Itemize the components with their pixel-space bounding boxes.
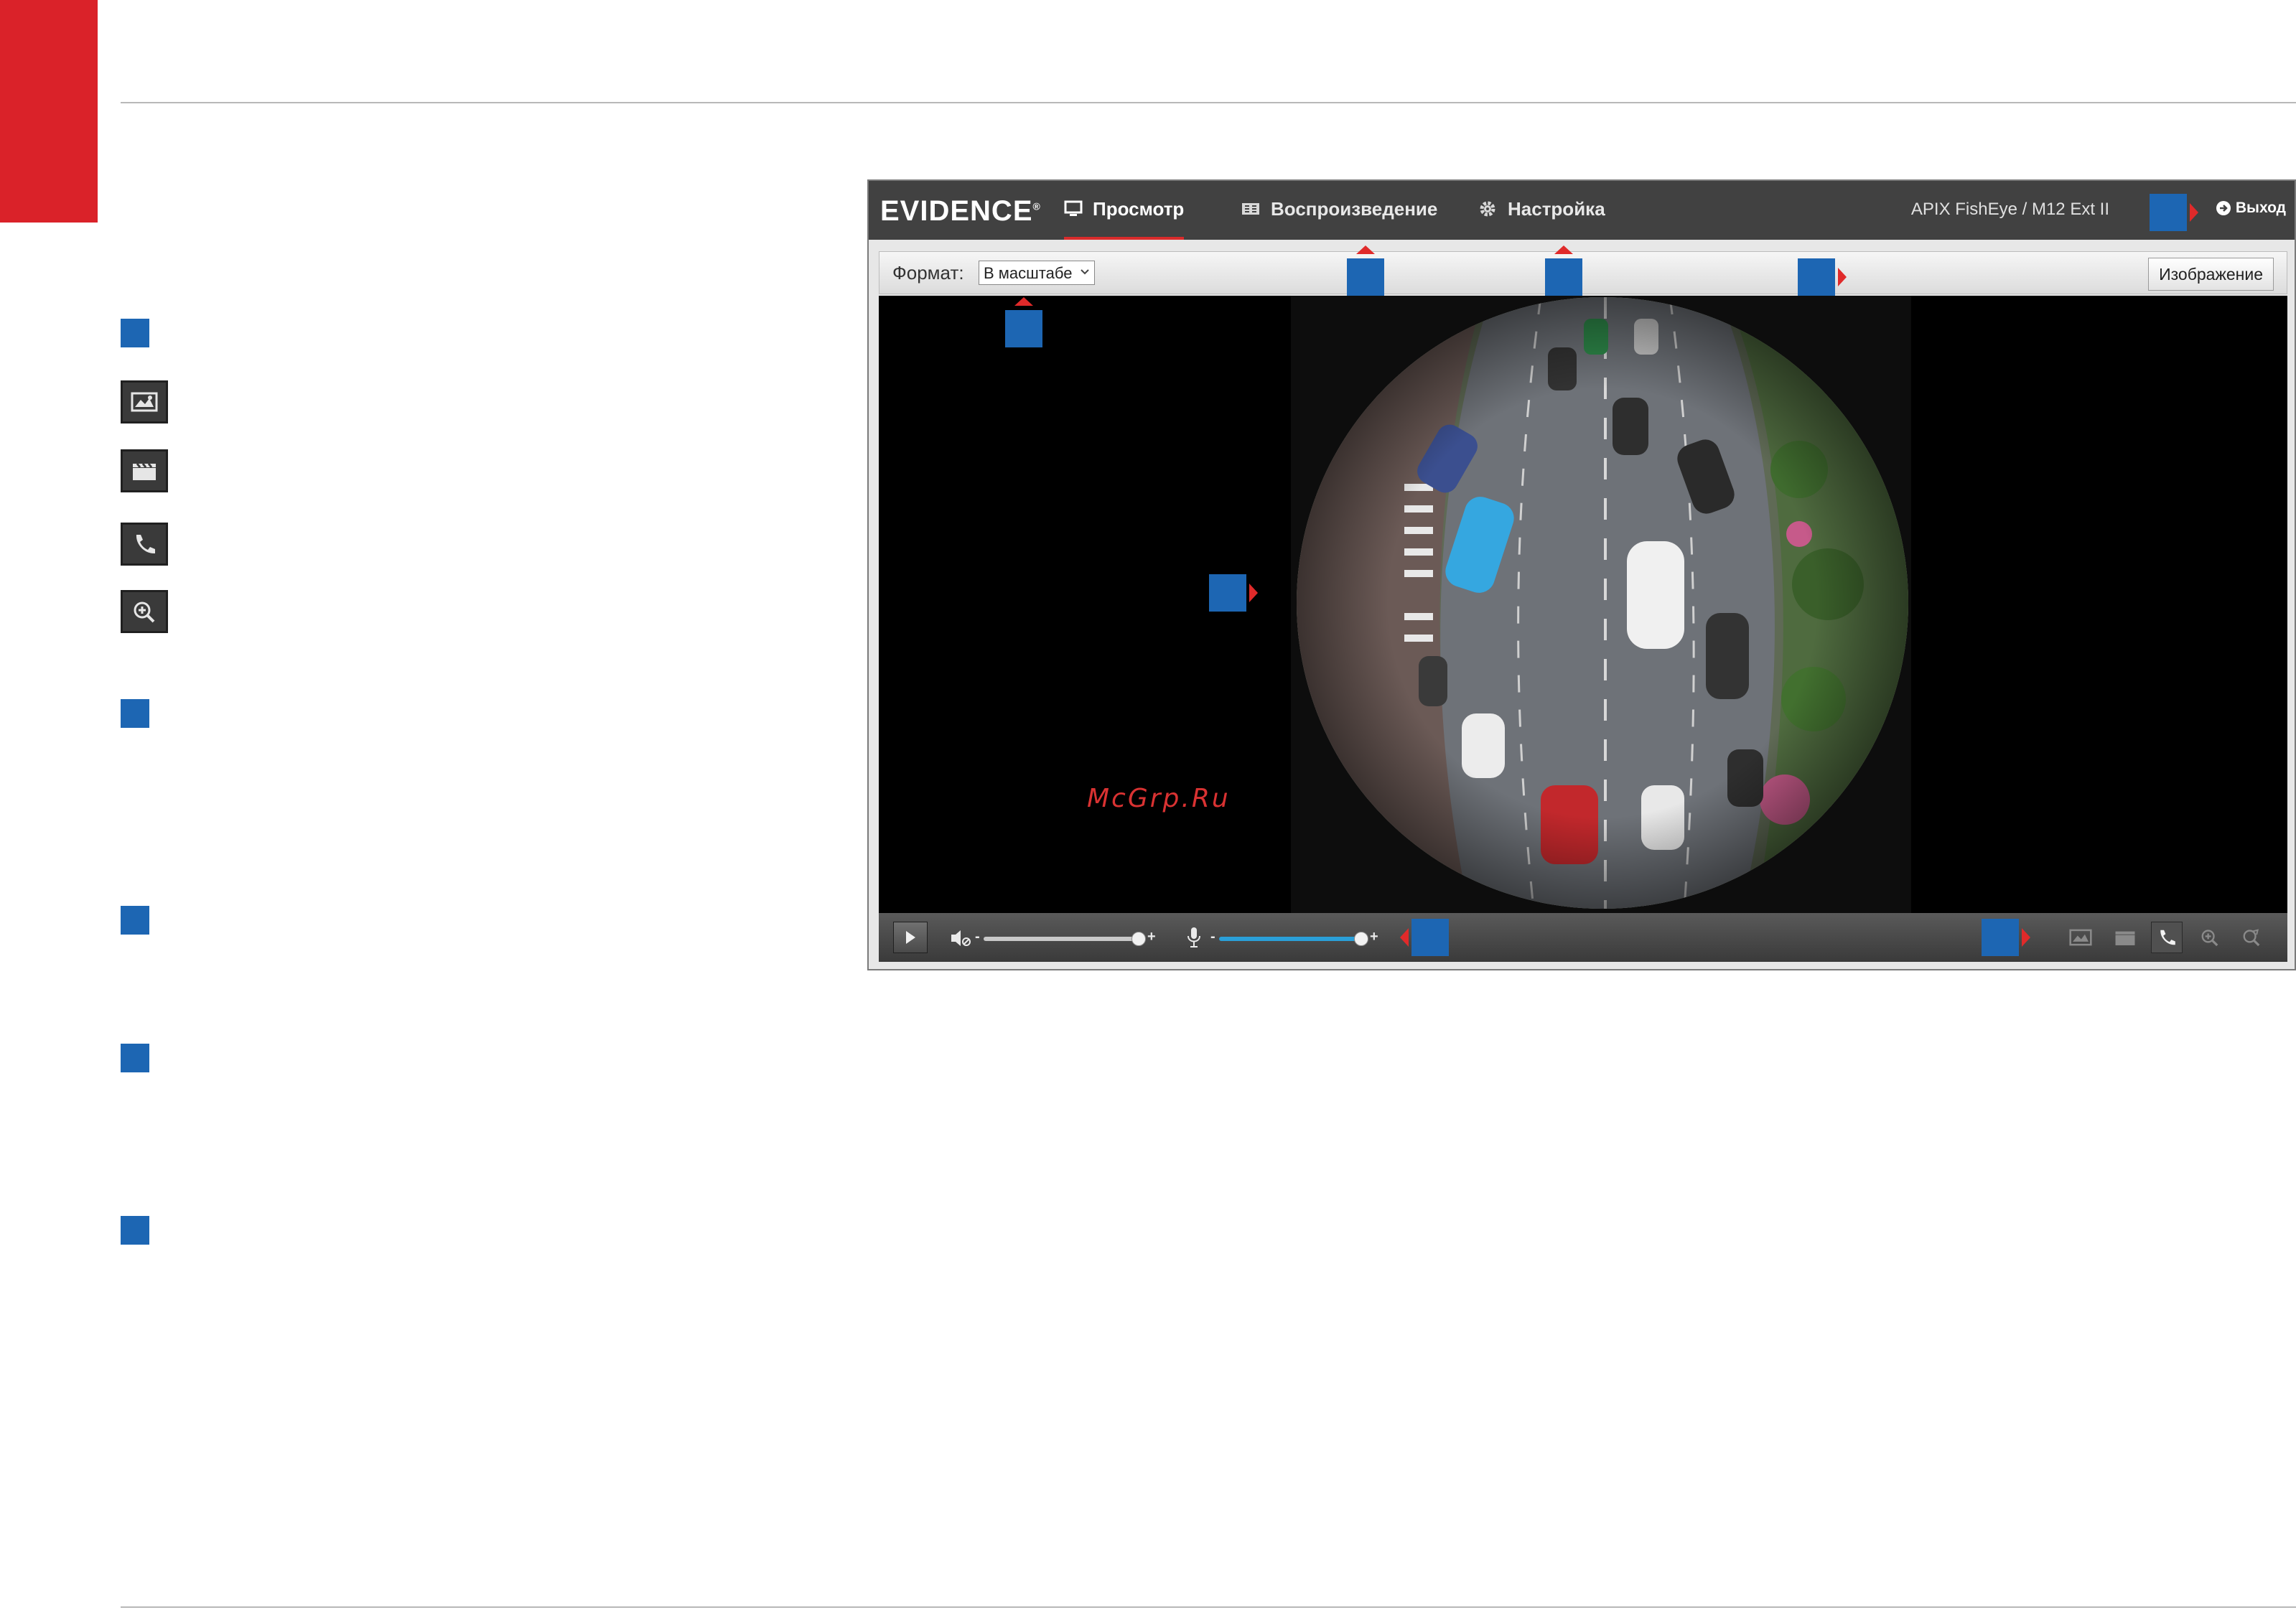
format-select-value: В масштабе [984, 264, 1073, 282]
chevron-down-icon [1081, 269, 1089, 275]
app-window: EVIDENCE® Просмотр Воспроизведение Настр… [867, 179, 2296, 970]
callout-video-area [1209, 574, 1246, 612]
microphone-slider[interactable] [1219, 937, 1363, 941]
volume-slider-knob[interactable] [1131, 932, 1146, 946]
brand-logo: EVIDENCE® [880, 195, 1041, 227]
phone-talk-icon[interactable] [2151, 922, 2183, 953]
callout-settings-tab [1545, 258, 1582, 296]
phone-talk-icon [136, 535, 155, 554]
volume-plus-label: + [1147, 929, 1156, 945]
zoom-reset-icon[interactable] [2236, 922, 2267, 953]
format-select[interactable]: В масштабе [979, 261, 1095, 285]
playback-film-icon [1242, 203, 1259, 215]
callout-pointer-tool-icons [2022, 928, 2030, 947]
callout-format-select [1005, 310, 1042, 347]
callout-pointer-logout [2190, 203, 2198, 222]
volume-minus-label: - [975, 929, 980, 945]
tab-settings-label: Настройка [1508, 197, 1605, 220]
fisheye-camera-image [1297, 297, 1908, 909]
format-label: Формат: [892, 262, 964, 284]
record-clip-icon [133, 463, 156, 480]
callout-camera-model [1798, 258, 1835, 296]
legend-marker-5 [121, 1216, 149, 1245]
play-button[interactable] [893, 922, 928, 953]
tab-live-label: Просмотр [1093, 197, 1185, 220]
top-divider [121, 102, 2296, 103]
callout-tool-icons [1982, 919, 2019, 956]
callout-logout [2150, 194, 2187, 231]
legend-marker-3 [121, 906, 149, 935]
gear-icon [1480, 201, 1495, 217]
fisheye-frame [1291, 296, 1911, 913]
zoom-in-icon[interactable] [2194, 922, 2226, 953]
mic-minus-label: - [1210, 929, 1215, 945]
picture-mode-icon [131, 392, 158, 412]
legend-marker-2 [121, 699, 149, 728]
microphone-slider-knob[interactable] [1354, 932, 1368, 946]
legend-marker-4 [121, 1044, 149, 1072]
volume-slider[interactable] [984, 937, 1142, 941]
logout-arrow-icon [2216, 201, 2231, 215]
legend-record-clip-icon [121, 449, 168, 492]
watermark: McGrp.Ru [1087, 784, 1231, 813]
image-settings-button[interactable]: Изображение [2148, 258, 2274, 291]
zoom-in-icon [134, 602, 155, 623]
tab-settings[interactable]: Настройка [1478, 181, 1605, 237]
view-toolbar: Формат: В масштабе Изображение [879, 251, 2287, 294]
callout-pointer-camera-model [1838, 268, 1847, 286]
callout-pointer-format [1014, 297, 1033, 306]
legend-picture-mode-icon [121, 380, 168, 423]
red-section-tab [0, 0, 98, 223]
microphone-icon[interactable] [1186, 926, 1202, 953]
callout-pointer-video-area [1249, 584, 1258, 602]
callout-playback-tab [1347, 258, 1384, 296]
legend-zoom-in-icon [121, 590, 168, 633]
play-icon [906, 931, 915, 944]
callout-pointer-audio-controls [1400, 928, 1409, 947]
top-navigation-bar: EVIDENCE® Просмотр Воспроизведение Настр… [869, 181, 2295, 240]
picture-mode-icon[interactable] [2065, 922, 2096, 953]
camera-model-label: APIX FishEye / M12 Ext II [1910, 200, 2109, 219]
legend-phone-talk-icon [121, 523, 168, 566]
logout-label: Выход [2235, 200, 2286, 216]
callout-audio-controls [1411, 919, 1449, 956]
speaker-mute-icon[interactable] [949, 927, 972, 953]
tab-live-view[interactable]: Просмотр [1064, 181, 1185, 240]
logout-button[interactable]: Выход [2216, 200, 2286, 217]
monitor-icon [1064, 200, 1083, 216]
record-clip-icon[interactable] [2109, 922, 2141, 953]
bottom-divider [121, 1606, 2296, 1608]
legend-marker-1 [121, 319, 149, 347]
video-viewport[interactable]: McGrp.Ru [879, 296, 2287, 913]
player-control-bar: - + - + [879, 913, 2287, 962]
tab-playback-label: Воспроизведение [1271, 197, 1438, 220]
tab-playback[interactable]: Воспроизведение [1241, 181, 1437, 237]
callout-pointer-playback [1356, 245, 1375, 254]
mic-plus-label: + [1370, 929, 1378, 945]
callout-pointer-settings [1554, 245, 1573, 254]
